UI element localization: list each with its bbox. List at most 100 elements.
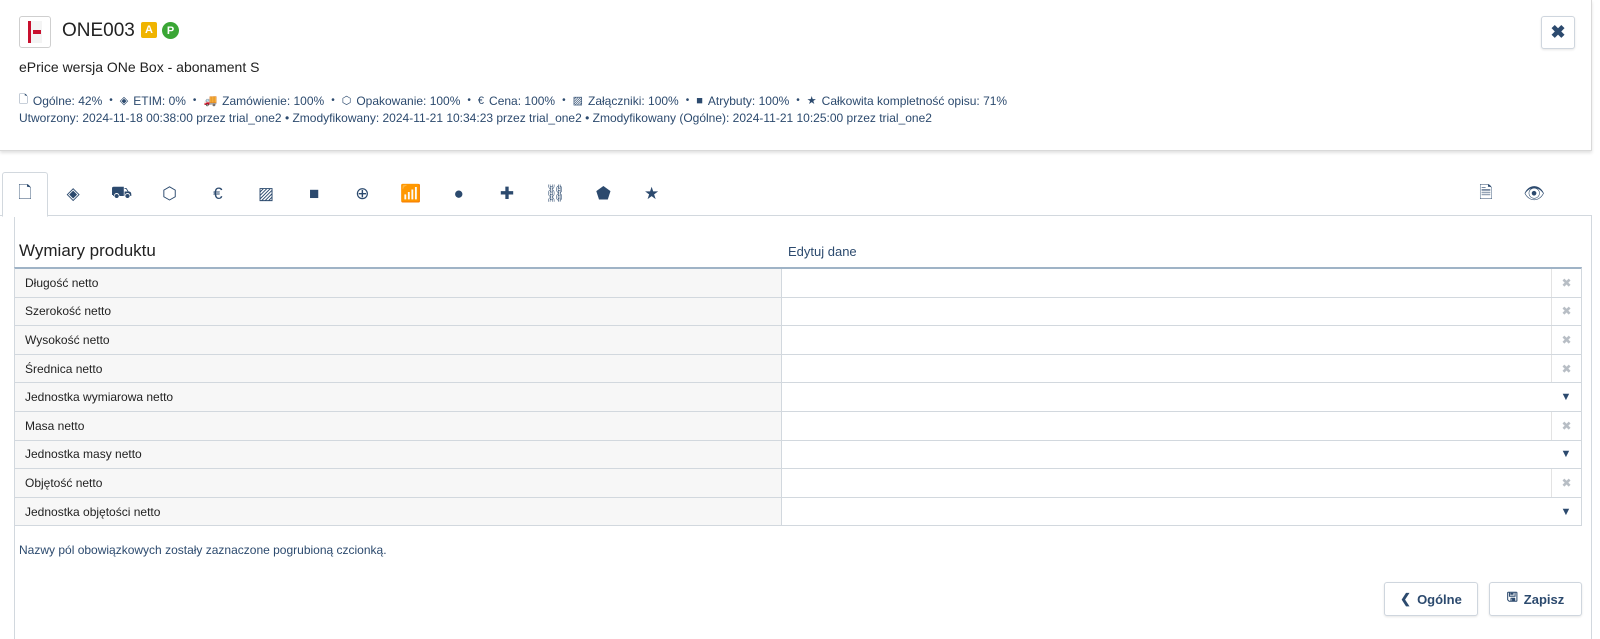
stat-text: Zamówienie: 100% bbox=[222, 93, 325, 108]
etim-icon: ◈ bbox=[119, 95, 129, 107]
back-general-button[interactable]: ❮ Ogólne bbox=[1384, 582, 1478, 616]
field-label: Objętość netto bbox=[15, 469, 782, 497]
field-input[interactable]: ✖ bbox=[782, 297, 1581, 326]
caret-down-icon[interactable]: ▼ bbox=[1551, 383, 1581, 411]
completeness-stats: 🗋 Ogólne: 42% • ◈ ETIM: 0% • 🚚 Zamówienie: 100%… bbox=[19, 91, 1007, 110]
tab-document[interactable]: 🗎 bbox=[1463, 172, 1509, 216]
tab-globe[interactable]: ● bbox=[436, 172, 482, 216]
table-row: Objętość netto ✖ bbox=[15, 469, 1581, 498]
stat-item: ⬡ Opakowanie: 100% bbox=[342, 94, 461, 108]
field-label: Szerokość netto bbox=[15, 297, 782, 326]
tab-order[interactable]: ⛟ bbox=[98, 172, 144, 216]
back-button-label: Ogólne bbox=[1417, 591, 1462, 607]
clear-icon[interactable]: ✖ bbox=[1551, 354, 1581, 383]
tab-bar: 🗋 ◈ ⛟ ⬡ € ▨ ■ ⊕ 📶 ● ✚ ⛓ ⬟ ★ 🗎 👁 bbox=[0, 172, 1600, 217]
star-icon: ★ bbox=[806, 95, 817, 107]
tab-attributes[interactable]: ■ bbox=[291, 172, 337, 216]
tab-puzzle[interactable]: ✚ bbox=[484, 172, 530, 216]
modification-meta: Utworzony: 2024-11-18 00:38:00 przez tri… bbox=[19, 111, 932, 125]
dimensions-table: Długość netto ✖ Szerokość netto ✖ Wysokość n… bbox=[14, 267, 1582, 527]
table-row: Jednostka wymiarowa netto ▼ bbox=[15, 383, 1581, 412]
tab-packaging[interactable]: ⬡ bbox=[147, 172, 193, 216]
stat-text: Załączniki: 100% bbox=[588, 93, 679, 108]
tab-price[interactable]: € bbox=[195, 172, 241, 216]
floppy-icon: 🖫 bbox=[1506, 589, 1518, 604]
clear-icon[interactable]: ✖ bbox=[1551, 269, 1581, 297]
field-select[interactable]: ▼ bbox=[782, 497, 1581, 526]
field-label: Jednostka objętości netto bbox=[15, 497, 782, 526]
save-button[interactable]: 🖫 Zapisz bbox=[1489, 582, 1582, 616]
stat-text: Ogólne: 42% bbox=[32, 93, 103, 108]
note-icon: ■ bbox=[696, 94, 703, 107]
status-badge-p: P bbox=[162, 22, 179, 39]
truck-icon: ⛟ bbox=[110, 183, 133, 202]
stat-item: ★ Całkowita kompletność opisu: 71% bbox=[807, 94, 1007, 108]
field-input[interactable]: ✖ bbox=[782, 469, 1581, 497]
image-icon: ▨ bbox=[572, 95, 584, 107]
table-row: Wysokość netto ✖ bbox=[15, 326, 1581, 355]
product-thumbnail bbox=[19, 16, 51, 48]
edit-data-label: Edytuj dane bbox=[788, 244, 857, 259]
stat-separator: • bbox=[331, 95, 335, 106]
etim-icon: ◈ bbox=[66, 184, 80, 203]
field-label: Długość netto bbox=[15, 269, 782, 297]
signal-icon: 📶 bbox=[400, 184, 422, 203]
field-label: Jednostka masy netto bbox=[15, 440, 782, 469]
field-label: Średnica netto bbox=[15, 354, 782, 383]
close-button[interactable]: ✖ bbox=[1541, 16, 1575, 49]
field-input[interactable]: ✖ bbox=[782, 326, 1581, 354]
section-title: Wymiary produktu bbox=[19, 241, 156, 260]
field-select[interactable]: ▼ bbox=[782, 383, 1581, 411]
stat-separator: • bbox=[796, 95, 800, 106]
table-row: Masa netto ✖ bbox=[15, 411, 1581, 441]
field-input[interactable]: ✖ bbox=[782, 354, 1581, 383]
tab-attachments[interactable]: ▨ bbox=[243, 172, 289, 216]
chevron-left-icon: ❮ bbox=[1400, 591, 1412, 606]
table-row: Jednostka masy netto ▼ bbox=[15, 440, 1581, 470]
table-row: Szerokość netto ✖ bbox=[15, 297, 1581, 327]
caret-down-icon[interactable]: ▼ bbox=[1551, 441, 1581, 469]
box-icon: ⬡ bbox=[341, 95, 352, 107]
tab-preview[interactable]: 👁 bbox=[1511, 172, 1557, 216]
caret-down-icon[interactable]: ▼ bbox=[1551, 498, 1581, 526]
field-input[interactable]: ✖ bbox=[782, 411, 1581, 440]
tab-hierarchy[interactable]: ⛓ bbox=[532, 172, 578, 216]
eye-icon: 👁 bbox=[1523, 184, 1545, 203]
stat-text: Opakowanie: 100% bbox=[356, 93, 461, 108]
clear-icon[interactable]: ✖ bbox=[1551, 469, 1581, 497]
field-select[interactable]: ▼ bbox=[782, 440, 1581, 469]
stat-item: € Cena: 100% bbox=[478, 94, 555, 108]
box-icon: ⬡ bbox=[162, 184, 178, 203]
tab-tags[interactable]: ⬟ bbox=[580, 172, 626, 216]
clear-icon[interactable]: ✖ bbox=[1551, 326, 1581, 354]
tab-favorites[interactable]: ★ bbox=[629, 172, 675, 216]
clear-icon[interactable]: ✖ bbox=[1551, 297, 1581, 326]
table-row: Długość netto ✖ bbox=[15, 269, 1581, 298]
field-input[interactable]: ✖ bbox=[782, 269, 1581, 297]
required-fields-note: Nazwy pól obowiązkowych zostały zaznaczo… bbox=[19, 543, 387, 557]
stat-separator: • bbox=[467, 95, 471, 106]
euro-icon: € bbox=[477, 94, 485, 107]
field-label: Wysokość netto bbox=[15, 326, 782, 354]
clear-icon[interactable]: ✖ bbox=[1551, 411, 1581, 440]
stat-item: 🚚 Zamówienie: 100% bbox=[203, 94, 324, 108]
stat-text: ETIM: 0% bbox=[133, 93, 186, 108]
note-icon: ■ bbox=[309, 184, 320, 203]
tab-add[interactable]: ⊕ bbox=[339, 172, 385, 216]
stat-separator: • bbox=[192, 95, 197, 106]
stat-separator: • bbox=[562, 95, 566, 106]
tab-etim[interactable]: ◈ bbox=[50, 172, 96, 216]
status-badge-a: A bbox=[141, 22, 157, 38]
tab-general[interactable]: 🗋 bbox=[2, 172, 48, 217]
product-code: ONE003 bbox=[62, 20, 135, 41]
truck-icon: 🚚 bbox=[203, 95, 218, 107]
stat-item: ■ Atrybuty: 100% bbox=[696, 94, 789, 108]
product-header: ONE003 A P ePrice wersja ONe Box - abona… bbox=[0, 0, 1592, 151]
tab-signal[interactable]: 📶 bbox=[388, 172, 434, 216]
stat-text: Całkowita kompletność opisu: 71% bbox=[821, 93, 1008, 108]
image-icon: ▨ bbox=[257, 184, 275, 203]
sitemap-icon: ⛓ bbox=[544, 184, 566, 203]
globe-icon: ● bbox=[453, 184, 464, 203]
product-name: ePrice wersja ONe Box - abonament S bbox=[19, 59, 260, 75]
file-icon: 🗋 bbox=[18, 183, 32, 202]
